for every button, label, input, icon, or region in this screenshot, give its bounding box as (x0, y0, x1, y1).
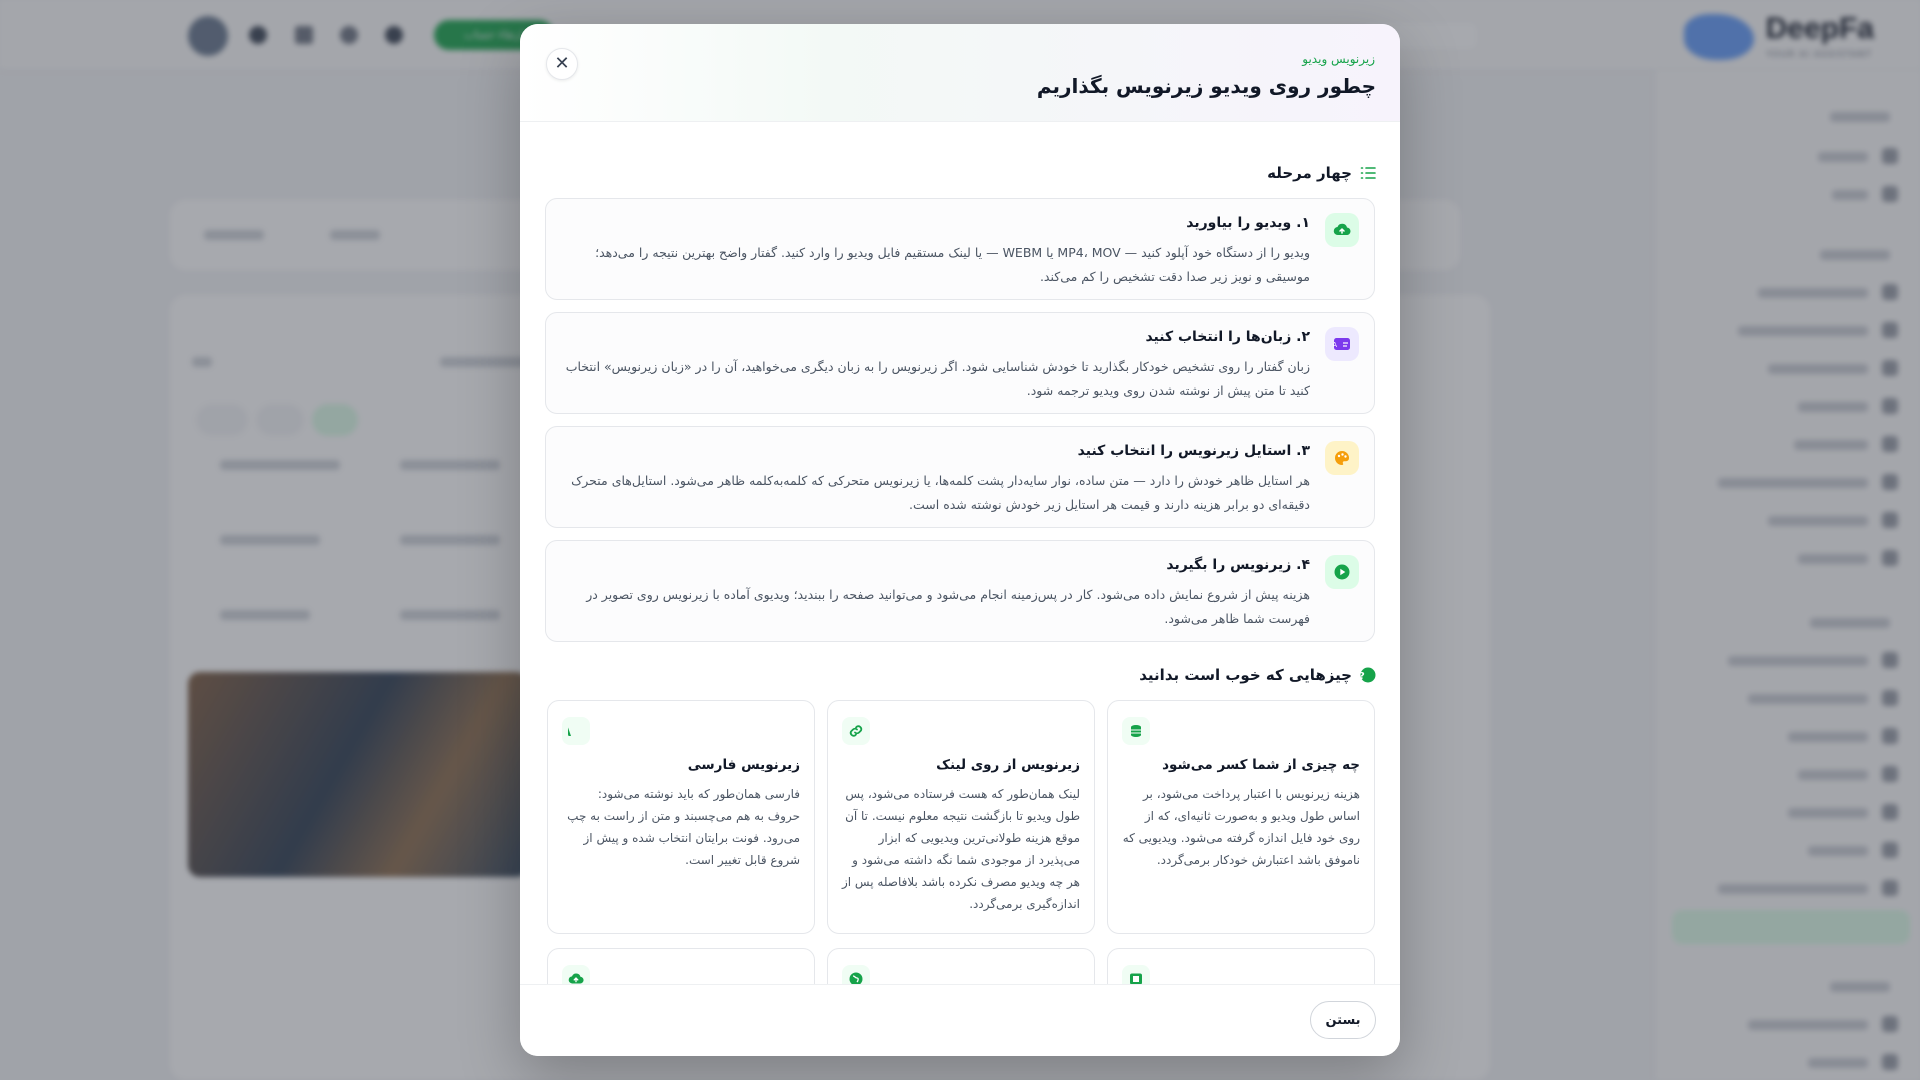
modal-title: چطور روی ویدیو زیرنویس بگذاریم (1036, 74, 1376, 98)
card-title: چه چیزی از شما کسر می‌شود (1162, 757, 1360, 773)
card-title: زیرنویس از روی لینک (936, 757, 1080, 773)
close-icon[interactable]: ✕ (546, 48, 578, 80)
info-card-link: زیرنویس از روی لینک لینک همان‌طور که هست… (827, 700, 1095, 934)
cloud-upload-icon (1325, 213, 1359, 247)
card-description: فارسی همان‌طور که باید نوشته می‌شود: حرو… (567, 787, 800, 867)
steps-title-text: چهار مرحله (1267, 164, 1352, 182)
play-icon (1325, 555, 1359, 589)
coins-icon (1122, 717, 1150, 745)
globe-icon (842, 965, 870, 984)
info-card-persian: A زیرنویس فارسی فارسی همان‌طور که باید ن… (547, 700, 815, 934)
film-icon (1122, 965, 1150, 984)
language-icon: A (1325, 327, 1359, 361)
svg-text:A: A (568, 725, 571, 739)
step-description: زبان گفتار را روی تشخیص خودکار بگذارید ت… (565, 359, 1310, 398)
step-description: هر استایل ظاهر خودش را دارد — متن ساده، … (571, 473, 1310, 512)
tips-section-title: ? چیزهایی که خوب است بدانید (1139, 666, 1376, 684)
list-icon (1360, 167, 1376, 179)
question-icon: ? (1360, 667, 1376, 683)
info-card (1107, 948, 1375, 984)
step-title: ۱. ویدیو را بیاورید (1186, 215, 1310, 231)
info-card (547, 948, 815, 984)
svg-text:?: ? (1360, 671, 1365, 682)
card-description: لینک همان‌طور که هست فرستاده می‌شود، پس … (841, 787, 1080, 911)
modal-body: چهار مرحله ۱. ویدیو را بیاورید ویدیو را … (520, 122, 1400, 984)
card-title: زیرنویس فارسی (687, 757, 800, 773)
close-button[interactable]: بستن (1310, 1001, 1376, 1039)
step-description: ویدیو را از دستگاه خود آپلود کنید — MP4،… (595, 245, 1310, 284)
step-card-4: ۴. زیرنویس را بگیرید هزینه پیش از شروع ن… (545, 540, 1375, 642)
letter-a-icon: A (562, 717, 590, 745)
modal-kicker: زیرنویس ویدیو (1302, 52, 1375, 66)
palette-icon (1325, 441, 1359, 475)
help-modal: زیرنویس ویدیو چطور روی ویدیو زیرنویس بگذ… (520, 24, 1400, 1056)
step-description: هزینه پیش از شروع نمایش داده می‌شود. کار… (586, 587, 1310, 626)
card-description: هزینه زیرنویس با اعتبار پرداخت می‌شود، ب… (1122, 787, 1360, 867)
cloud-upload-icon (562, 965, 590, 984)
link-icon (842, 717, 870, 745)
svg-text:A: A (1333, 341, 1337, 349)
modal-header: زیرنویس ویدیو چطور روی ویدیو زیرنویس بگذ… (520, 24, 1400, 122)
step-card-2: A ۲. زبان‌ها را انتخاب کنید زبان گفتار ر… (545, 312, 1375, 414)
step-title: ۳. استایل زیرنویس را انتخاب کنید (1077, 443, 1310, 459)
step-card-1: ۱. ویدیو را بیاورید ویدیو را از دستگاه خ… (545, 198, 1375, 300)
step-card-3: ۳. استایل زیرنویس را انتخاب کنید هر استا… (545, 426, 1375, 528)
step-title: ۴. زیرنویس را بگیرید (1166, 557, 1310, 573)
steps-section-title: چهار مرحله (1267, 164, 1376, 182)
info-card (827, 948, 1095, 984)
step-title: ۲. زبان‌ها را انتخاب کنید (1145, 329, 1310, 345)
modal-footer: بستن (520, 984, 1400, 1056)
tips-title-text: چیزهایی که خوب است بدانید (1139, 666, 1352, 684)
info-card-credit: چه چیزی از شما کسر می‌شود هزینه زیرنویس … (1107, 700, 1375, 934)
